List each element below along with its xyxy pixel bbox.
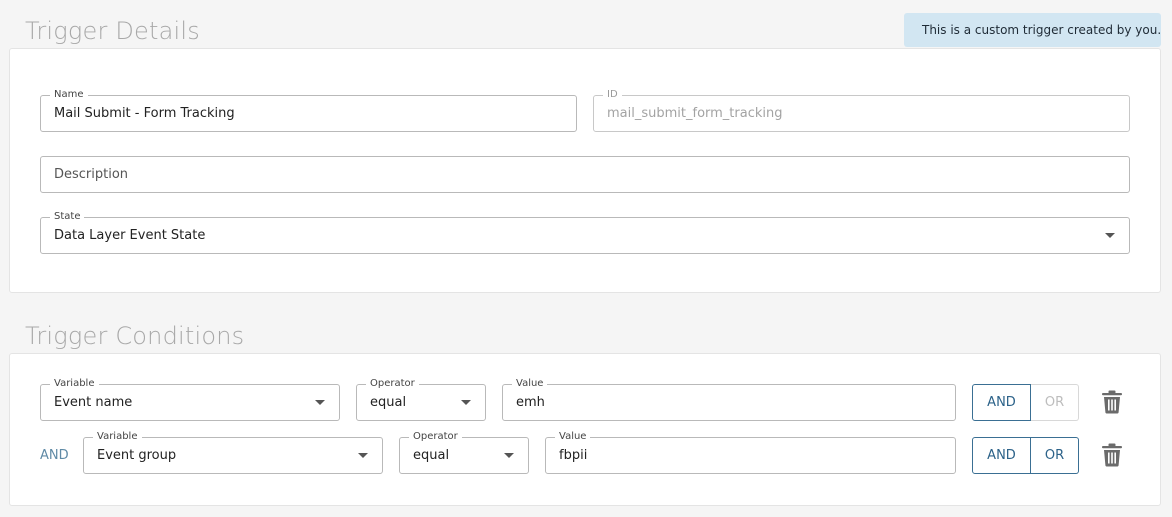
- condition-1-or-button[interactable]: OR: [1031, 384, 1079, 421]
- condition-2-operator-select[interactable]: Operator equal: [399, 430, 529, 474]
- condition-2-conjunction: AND: [40, 448, 69, 463]
- name-value: Mail Submit - Form Tracking: [54, 106, 235, 121]
- condition-1-operator-value: equal: [370, 395, 407, 410]
- name-field[interactable]: Name Mail Submit - Form Tracking: [40, 88, 577, 132]
- chevron-down-icon[interactable]: [504, 452, 514, 458]
- condition-2-variable-value: Event group: [97, 448, 177, 463]
- condition-2-value-input[interactable]: Value fbpii: [545, 430, 956, 474]
- chevron-down-icon[interactable]: [461, 399, 471, 405]
- condition-1-value-text: emh: [516, 395, 545, 410]
- trigger-details-title: Trigger Details: [25, 17, 200, 45]
- state-value: Data Layer Event State: [54, 228, 206, 243]
- condition-2-variable-select[interactable]: Variable Event group: [83, 430, 383, 474]
- chevron-down-icon[interactable]: [358, 452, 368, 458]
- condition-1-variable-value: Event name: [54, 395, 133, 410]
- trash-icon[interactable]: [1101, 443, 1123, 467]
- trash-icon[interactable]: [1101, 390, 1123, 414]
- condition-1-logic-toggle: AND OR: [972, 384, 1079, 421]
- description-placeholder: Description: [54, 167, 129, 182]
- description-field[interactable]: Description: [40, 156, 1130, 193]
- condition-2-or-button[interactable]: OR: [1031, 437, 1079, 474]
- condition-1-operator-select[interactable]: Operator equal: [356, 377, 486, 421]
- chevron-down-icon[interactable]: [1105, 232, 1115, 238]
- id-value: mail_submit_form_tracking: [607, 106, 783, 121]
- condition-2-logic-toggle: AND OR: [972, 437, 1079, 474]
- condition-1-and-button[interactable]: AND: [972, 384, 1031, 421]
- condition-2-value-text: fbpii: [559, 448, 588, 463]
- custom-trigger-notice: This is a custom trigger created by you.: [904, 13, 1161, 47]
- condition-2-operator-value: equal: [413, 448, 450, 463]
- trigger-conditions-title: Trigger Conditions: [25, 322, 245, 350]
- condition-1-value-input[interactable]: Value emh: [502, 377, 956, 421]
- id-field: ID mail_submit_form_tracking: [593, 88, 1130, 132]
- trigger-editor: Trigger Details This is a custom trigger…: [0, 0, 1172, 517]
- condition-2-and-button[interactable]: AND: [972, 437, 1031, 474]
- state-select[interactable]: State Data Layer Event State: [40, 210, 1130, 254]
- chevron-down-icon[interactable]: [315, 399, 325, 405]
- notice-text: This is a custom trigger created by you.: [922, 23, 1162, 37]
- condition-1-variable-select[interactable]: Variable Event name: [40, 377, 340, 421]
